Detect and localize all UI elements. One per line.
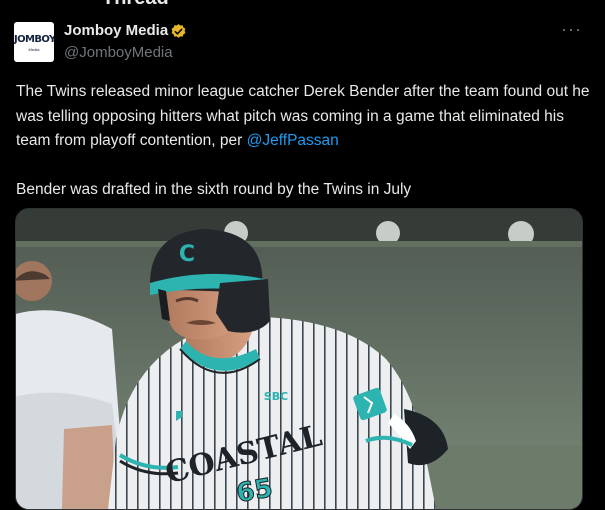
author-display-name[interactable]: Jomboy Media (64, 22, 168, 39)
jersey-number: 65 (234, 473, 275, 509)
avatar-logo-text: JOMBOY (14, 34, 54, 45)
tweet-media-photo[interactable]: C COASTAL 65 SBC (15, 208, 583, 510)
thread-header: Thread (0, 0, 605, 10)
jersey-patch-text: SBC (264, 390, 288, 403)
avatar[interactable]: JOMBOY Media (14, 22, 54, 62)
helmet-logo: C (179, 242, 195, 267)
tweet-text: The Twins released minor league catcher … (16, 80, 591, 202)
tweet-paragraph-2: Bender was drafted in the sixth round by… (16, 180, 412, 198)
author-handle[interactable]: @JomboyMedia (64, 44, 173, 61)
more-options-icon[interactable]: ··· (561, 20, 582, 38)
tweet-paragraph-1: The Twins released minor league catcher … (16, 80, 591, 154)
avatar-logo-subtext: Media (28, 47, 40, 52)
verified-badge-icon (170, 23, 187, 40)
mention-link[interactable]: @JeffPassan (247, 132, 339, 149)
page-title: Thread (102, 0, 169, 10)
